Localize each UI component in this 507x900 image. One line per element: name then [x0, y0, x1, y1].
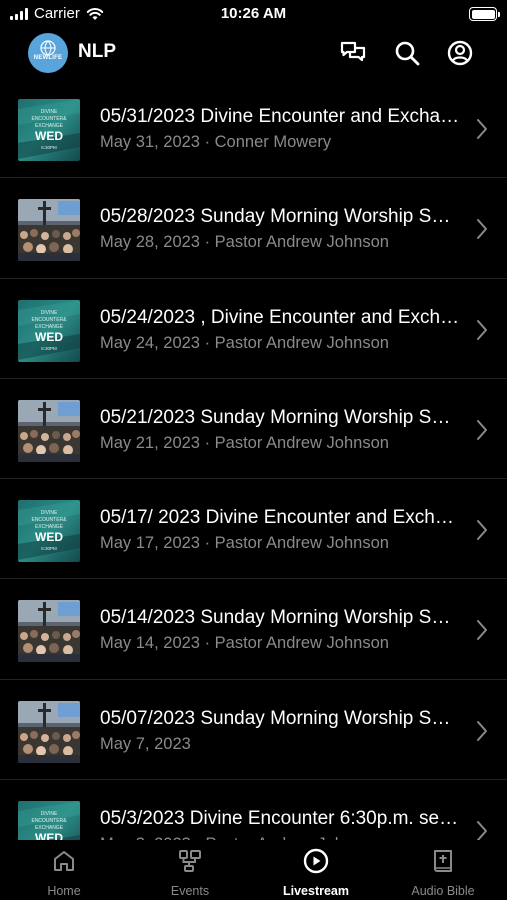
play-circle-icon	[303, 848, 329, 874]
chat-bubbles-icon	[340, 41, 366, 62]
app-header: NEWLIFE NLP	[0, 28, 507, 78]
item-thumbnail	[18, 199, 80, 262]
tab-livestream[interactable]: Livestream	[253, 848, 379, 898]
chevron	[475, 820, 489, 840]
battery-icon	[469, 7, 500, 21]
thumb-time: 6:30PM	[41, 346, 57, 351]
status-bar: Carrier 10:26 AM	[0, 0, 507, 28]
item-title: 05/28/2023 Sunday Morning Worship Servic…	[100, 206, 460, 228]
list-item[interactable]: 05/21/2023 Sunday Morning Worship Servic…	[0, 379, 507, 480]
item-title: 05/31/2023 Divine Encounter and Exchange	[100, 106, 460, 127]
home-icon	[51, 848, 77, 874]
item-title: 05/07/2023 Sunday Morning Worship Servic…	[100, 707, 460, 729]
thumb-day: WED	[35, 530, 63, 544]
chevron-right-icon	[477, 419, 487, 440]
item-thumbnail	[18, 399, 80, 462]
thumb-day: WED	[35, 831, 63, 840]
thumb-time: 6:30PM	[41, 145, 57, 150]
list-item[interactable]: DIVINE ENCOUNTER& EXCHANGE WED 6:30PM 05…	[0, 78, 507, 179]
item-title: 05/3/2023 Divine Encounter 6:30p.m. serv…	[100, 808, 460, 830]
chevron	[475, 118, 489, 140]
app-title: NLP	[78, 41, 116, 62]
chevron-right-icon	[477, 319, 487, 340]
messages-button[interactable]	[338, 38, 368, 68]
chevron-right-icon	[477, 119, 487, 139]
item-title: 05/14/2023 Sunday Morning Worship Servic…	[100, 607, 460, 629]
wed-service-thumbnail: DIVINE ENCOUNTER& EXCHANGE WED 6:30PM	[18, 500, 80, 563]
thumb-line1: DIVINE	[41, 310, 58, 316]
tab-events[interactable]: Events	[127, 848, 253, 898]
wed-service-thumbnail: DIVINE ENCOUNTER& EXCHANGE WED 6:30PM	[18, 801, 80, 840]
user-circle-icon	[447, 40, 473, 66]
list-item[interactable]: DIVINE ENCOUNTER& EXCHANGE WED 6:30PM 05…	[0, 780, 507, 840]
thumb-line1: DIVINE	[41, 109, 58, 115]
thumb-day: WED	[35, 330, 63, 344]
chevron	[475, 519, 489, 541]
tab-bar: Home Events Livestream Audio Bible	[0, 840, 507, 900]
thumb-line1: DIVINE	[41, 811, 58, 817]
list-item[interactable]: 05/07/2023 Sunday Morning Worship Servic…	[0, 680, 507, 781]
thumb-line2: ENCOUNTER&	[31, 317, 67, 323]
chevron	[475, 619, 489, 641]
item-subtitle: May 24, 2023 · Pastor Andrew Johnson	[100, 333, 389, 352]
thumb-time: 6:30PM	[41, 546, 57, 551]
item-subtitle: May 17, 2023 · Pastor Andrew Johnson	[100, 534, 389, 553]
chevron	[475, 419, 489, 441]
chevron-right-icon	[477, 620, 487, 641]
item-subtitle: May 21, 2023 · Pastor Andrew Johnson	[100, 433, 389, 452]
search-button[interactable]	[392, 38, 422, 68]
item-thumbnail: DIVINE ENCOUNTER& EXCHANGE WED 6:30PM	[18, 801, 80, 840]
tab-label: Home	[47, 884, 81, 898]
thumb-line1: DIVINE	[41, 510, 58, 516]
item-thumbnail: DIVINE ENCOUNTER& EXCHANGE WED 6:30PM	[18, 99, 80, 161]
thumb-day: WED	[35, 129, 63, 143]
tab-home[interactable]: Home	[1, 848, 127, 898]
item-subtitle: May 7, 2023	[100, 734, 191, 753]
item-title: 05/24/2023 , Divine Encounter and Exchan…	[100, 306, 460, 328]
globe-icon	[40, 40, 56, 56]
profile-button[interactable]	[445, 38, 475, 68]
worship-service-thumbnail	[18, 700, 80, 763]
chevron	[475, 720, 489, 742]
tab-label: Events	[170, 884, 210, 898]
item-subtitle: May 14, 2023 · Pastor Andrew Johnson	[100, 634, 389, 653]
events-icon	[177, 848, 203, 874]
wed-service-thumbnail: DIVINE ENCOUNTER& EXCHANGE WED 6:30PM	[18, 299, 80, 362]
tab-label: Livestream	[282, 884, 349, 898]
list-item[interactable]: DIVINE ENCOUNTER& EXCHANGE WED 6:30PM 05…	[0, 279, 507, 379]
list-item[interactable]: 05/28/2023 Sunday Morning Worship Servic…	[0, 178, 507, 279]
item-subtitle: May 31, 2023 · Conner Mowery	[100, 133, 332, 151]
livestream-list[interactable]: DIVINE ENCOUNTER& EXCHANGE WED 6:30PM 05…	[0, 78, 507, 840]
thumb-line2: ENCOUNTER&	[31, 116, 67, 122]
thumb-line2: ENCOUNTER&	[31, 818, 67, 824]
item-thumbnail: DIVINE ENCOUNTER& EXCHANGE WED 6:30PM	[18, 500, 80, 563]
chevron	[475, 319, 489, 341]
chevron-right-icon	[477, 720, 487, 741]
bible-icon	[430, 848, 456, 874]
tab-label: Audio Bible	[411, 884, 475, 898]
item-thumbnail	[18, 700, 80, 763]
item-title: 05/17/ 2023 Divine Encounter and Exchang…	[100, 507, 460, 529]
tab-audio-bible[interactable]: Audio Bible	[380, 848, 506, 898]
thumb-line2: ENCOUNTER&	[31, 517, 67, 523]
worship-service-thumbnail	[18, 399, 80, 462]
status-time: 10:26 AM	[220, 5, 287, 22]
app-logo[interactable]: NEWLIFE	[28, 33, 68, 73]
chevron	[475, 218, 489, 240]
wed-service-thumbnail: DIVINE ENCOUNTER& EXCHANGE WED 6:30PM	[18, 99, 80, 161]
item-title: 05/21/2023 Sunday Morning Worship Servic…	[100, 406, 460, 428]
chevron-right-icon	[477, 520, 487, 541]
list-item[interactable]: DIVINE ENCOUNTER& EXCHANGE WED 6:30PM 05…	[0, 479, 507, 580]
item-thumbnail	[18, 600, 80, 663]
chevron-right-icon	[477, 821, 487, 840]
item-thumbnail: DIVINE ENCOUNTER& EXCHANGE WED 6:30PM	[18, 299, 80, 362]
item-subtitle: May 28, 2023 · Pastor Andrew Johnson	[100, 233, 389, 252]
chevron-right-icon	[477, 219, 487, 240]
logo-text: NEWLIFE	[33, 55, 63, 61]
list-item[interactable]: 05/14/2023 Sunday Morning Worship Servic…	[0, 579, 507, 680]
search-icon	[395, 41, 420, 66]
worship-service-thumbnail	[18, 199, 80, 262]
worship-service-thumbnail	[18, 600, 80, 663]
